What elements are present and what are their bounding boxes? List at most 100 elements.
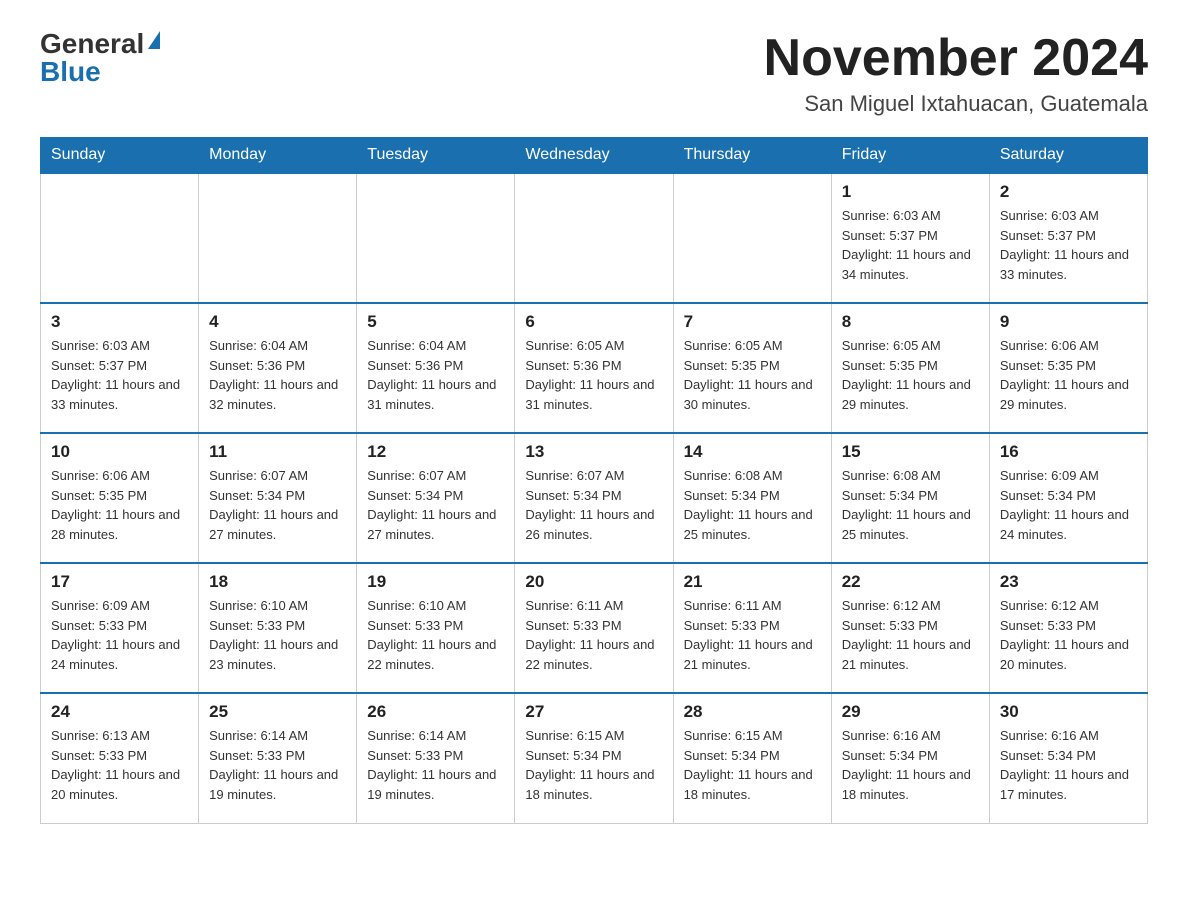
day-header-thursday: Thursday (673, 138, 831, 174)
sun-info: Sunrise: 6:09 AMSunset: 5:33 PMDaylight:… (51, 596, 188, 674)
sun-info: Sunrise: 6:03 AMSunset: 5:37 PMDaylight:… (1000, 206, 1137, 284)
calendar-cell: 1 Sunrise: 6:03 AMSunset: 5:37 PMDaylight… (831, 173, 989, 303)
day-header-tuesday: Tuesday (357, 138, 515, 174)
calendar-cell: 12 Sunrise: 6:07 AMSunset: 5:34 PMDayligh… (357, 433, 515, 563)
sun-info: Sunrise: 6:16 AMSunset: 5:34 PMDaylight:… (842, 726, 979, 804)
sun-info: Sunrise: 6:14 AMSunset: 5:33 PMDaylight:… (367, 726, 504, 804)
calendar-cell (515, 173, 673, 303)
day-header-wednesday: Wednesday (515, 138, 673, 174)
sun-info: Sunrise: 6:06 AMSunset: 5:35 PMDaylight:… (1000, 336, 1137, 414)
sun-info: Sunrise: 6:05 AMSunset: 5:36 PMDaylight:… (525, 336, 662, 414)
calendar-cell: 27 Sunrise: 6:15 AMSunset: 5:34 PMDayligh… (515, 693, 673, 823)
day-number: 13 (525, 442, 662, 462)
calendar-cell: 6 Sunrise: 6:05 AMSunset: 5:36 PMDaylight… (515, 303, 673, 433)
sun-info: Sunrise: 6:15 AMSunset: 5:34 PMDaylight:… (525, 726, 662, 804)
sun-info: Sunrise: 6:07 AMSunset: 5:34 PMDaylight:… (209, 466, 346, 544)
calendar-week-row: 1 Sunrise: 6:03 AMSunset: 5:37 PMDaylight… (41, 173, 1148, 303)
calendar-header-row: SundayMondayTuesdayWednesdayThursdayFrid… (41, 138, 1148, 174)
calendar-week-row: 10Sunrise: 6:06 AMSunset: 5:35 PMDayligh… (41, 433, 1148, 563)
calendar-cell (357, 173, 515, 303)
day-number: 20 (525, 572, 662, 592)
day-number: 12 (367, 442, 504, 462)
logo-blue-text: Blue (40, 58, 101, 86)
calendar-cell: 11 Sunrise: 6:07 AMSunset: 5:34 PMDayligh… (199, 433, 357, 563)
calendar-cell: 7Sunrise: 6:05 AMSunset: 5:35 PMDaylight… (673, 303, 831, 433)
sun-info: Sunrise: 6:11 AMSunset: 5:33 PMDaylight:… (684, 596, 821, 674)
calendar-cell: 21 Sunrise: 6:11 AMSunset: 5:33 PMDayligh… (673, 563, 831, 693)
day-number: 1 (842, 182, 979, 202)
day-number: 16 (1000, 442, 1137, 462)
sun-info: Sunrise: 6:13 AMSunset: 5:33 PMDaylight:… (51, 726, 188, 804)
sun-info: Sunrise: 6:10 AMSunset: 5:33 PMDaylight:… (367, 596, 504, 674)
location-title: San Miguel Ixtahuacan, Guatemala (764, 91, 1148, 117)
calendar-cell: 29 Sunrise: 6:16 AMSunset: 5:34 PMDayligh… (831, 693, 989, 823)
calendar-week-row: 17 Sunrise: 6:09 AMSunset: 5:33 PMDayligh… (41, 563, 1148, 693)
calendar-cell: 20 Sunrise: 6:11 AMSunset: 5:33 PMDayligh… (515, 563, 673, 693)
calendar-cell: 2 Sunrise: 6:03 AMSunset: 5:37 PMDaylight… (989, 173, 1147, 303)
sun-info: Sunrise: 6:12 AMSunset: 5:33 PMDaylight:… (1000, 596, 1137, 674)
day-number: 23 (1000, 572, 1137, 592)
day-number: 14 (684, 442, 821, 462)
sun-info: Sunrise: 6:05 AMSunset: 5:35 PMDaylight:… (842, 336, 979, 414)
sun-info: Sunrise: 6:08 AMSunset: 5:34 PMDaylight:… (842, 466, 979, 544)
sun-info: Sunrise: 6:16 AMSunset: 5:34 PMDaylight:… (1000, 726, 1137, 804)
day-number: 4 (209, 312, 346, 332)
day-number: 2 (1000, 182, 1137, 202)
day-number: 22 (842, 572, 979, 592)
sun-info: Sunrise: 6:11 AMSunset: 5:33 PMDaylight:… (525, 596, 662, 674)
sun-info: Sunrise: 6:08 AMSunset: 5:34 PMDaylight:… (684, 466, 821, 544)
day-number: 29 (842, 702, 979, 722)
day-number: 17 (51, 572, 188, 592)
day-number: 9 (1000, 312, 1137, 332)
day-number: 25 (209, 702, 346, 722)
sun-info: Sunrise: 6:04 AMSunset: 5:36 PMDaylight:… (367, 336, 504, 414)
calendar-cell: 24Sunrise: 6:13 AMSunset: 5:33 PMDayligh… (41, 693, 199, 823)
calendar-cell: 17 Sunrise: 6:09 AMSunset: 5:33 PMDayligh… (41, 563, 199, 693)
calendar-cell: 4 Sunrise: 6:04 AMSunset: 5:36 PMDaylight… (199, 303, 357, 433)
day-header-friday: Friday (831, 138, 989, 174)
sun-info: Sunrise: 6:05 AMSunset: 5:35 PMDaylight:… (684, 336, 821, 414)
calendar-table: SundayMondayTuesdayWednesdayThursdayFrid… (40, 137, 1148, 824)
day-number: 26 (367, 702, 504, 722)
sun-info: Sunrise: 6:04 AMSunset: 5:36 PMDaylight:… (209, 336, 346, 414)
day-number: 27 (525, 702, 662, 722)
sun-info: Sunrise: 6:03 AMSunset: 5:37 PMDaylight:… (842, 206, 979, 284)
calendar-cell: 10Sunrise: 6:06 AMSunset: 5:35 PMDayligh… (41, 433, 199, 563)
logo-triangle-icon (148, 31, 160, 49)
header: General Blue November 2024 San Miguel Ix… (40, 30, 1148, 117)
calendar-cell: 28 Sunrise: 6:15 AMSunset: 5:34 PMDayligh… (673, 693, 831, 823)
calendar-cell: 30Sunrise: 6:16 AMSunset: 5:34 PMDayligh… (989, 693, 1147, 823)
month-title: November 2024 (764, 30, 1148, 87)
day-number: 11 (209, 442, 346, 462)
calendar-cell: 13 Sunrise: 6:07 AMSunset: 5:34 PMDayligh… (515, 433, 673, 563)
calendar-cell: 18Sunrise: 6:10 AMSunset: 5:33 PMDayligh… (199, 563, 357, 693)
day-header-sunday: Sunday (41, 138, 199, 174)
day-number: 10 (51, 442, 188, 462)
calendar-cell: 22 Sunrise: 6:12 AMSunset: 5:33 PMDayligh… (831, 563, 989, 693)
day-number: 21 (684, 572, 821, 592)
calendar-cell: 8 Sunrise: 6:05 AMSunset: 5:35 PMDaylight… (831, 303, 989, 433)
sun-info: Sunrise: 6:07 AMSunset: 5:34 PMDaylight:… (525, 466, 662, 544)
title-area: November 2024 San Miguel Ixtahuacan, Gua… (764, 30, 1148, 117)
sun-info: Sunrise: 6:15 AMSunset: 5:34 PMDaylight:… (684, 726, 821, 804)
calendar-cell: 5Sunrise: 6:04 AMSunset: 5:36 PMDaylight… (357, 303, 515, 433)
sun-info: Sunrise: 6:07 AMSunset: 5:34 PMDaylight:… (367, 466, 504, 544)
day-number: 8 (842, 312, 979, 332)
calendar-cell: 16 Sunrise: 6:09 AMSunset: 5:34 PMDayligh… (989, 433, 1147, 563)
calendar-week-row: 24Sunrise: 6:13 AMSunset: 5:33 PMDayligh… (41, 693, 1148, 823)
day-number: 28 (684, 702, 821, 722)
day-number: 19 (367, 572, 504, 592)
calendar-cell (673, 173, 831, 303)
day-number: 3 (51, 312, 188, 332)
calendar-cell: 25 Sunrise: 6:14 AMSunset: 5:33 PMDayligh… (199, 693, 357, 823)
sun-info: Sunrise: 6:09 AMSunset: 5:34 PMDaylight:… (1000, 466, 1137, 544)
day-number: 6 (525, 312, 662, 332)
sun-info: Sunrise: 6:14 AMSunset: 5:33 PMDaylight:… (209, 726, 346, 804)
calendar-cell (199, 173, 357, 303)
calendar-cell: 26 Sunrise: 6:14 AMSunset: 5:33 PMDayligh… (357, 693, 515, 823)
logo: General Blue (40, 30, 160, 86)
logo-general-text: General (40, 30, 144, 58)
calendar-cell: 15Sunrise: 6:08 AMSunset: 5:34 PMDayligh… (831, 433, 989, 563)
sun-info: Sunrise: 6:12 AMSunset: 5:33 PMDaylight:… (842, 596, 979, 674)
day-header-saturday: Saturday (989, 138, 1147, 174)
